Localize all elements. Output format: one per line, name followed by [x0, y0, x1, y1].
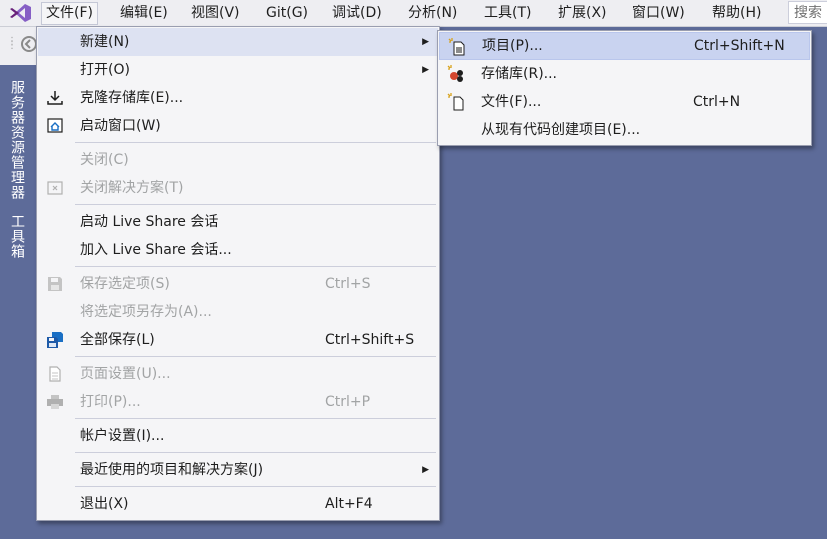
menu-analyze[interactable]: 分析(N)	[404, 3, 461, 23]
menu-item-start-window[interactable]: 启动窗口(W)	[38, 112, 438, 140]
search-box[interactable]: 搜索	[788, 1, 827, 24]
menu-separator	[75, 204, 436, 205]
menu-item-close-solution[interactable]: 关闭解决方案(T)	[38, 174, 438, 202]
menu-item-shortcut: Ctrl+S	[325, 276, 371, 292]
menu-item-label: 关闭解决方案(T)	[80, 180, 184, 196]
menu-item-label: 全部保存(L)	[80, 332, 155, 348]
side-tab-strip: 服务器资源管理器 工具箱	[0, 66, 32, 539]
menu-extensions[interactable]: 扩展(X)	[554, 3, 611, 23]
menu-item-close[interactable]: 关闭(C)	[38, 146, 438, 174]
menu-item-label: 启动 Live Share 会话	[80, 214, 219, 230]
submenu-arrow-icon: ▶	[422, 37, 429, 47]
menu-window[interactable]: 窗口(W)	[628, 3, 689, 23]
menu-item-label: 页面设置(U)...	[80, 366, 171, 382]
menu-item-label: 打开(O)	[80, 62, 130, 78]
submenu-item-repository[interactable]: 存储库(R)...	[439, 60, 810, 88]
submenu-arrow-icon: ▶	[422, 465, 429, 475]
menu-file[interactable]: 文件(F)	[41, 2, 98, 25]
visual-studio-logo-icon[interactable]	[8, 3, 32, 23]
submenu-item-shortcut: Ctrl+Shift+N	[694, 38, 785, 54]
submenu-item-shortcut: Ctrl+N	[693, 94, 741, 110]
menu-item-print[interactable]: 打印(P)... Ctrl+P	[38, 388, 438, 416]
menu-item-label: 保存选定项(S)	[80, 276, 170, 292]
submenu-item-new-project[interactable]: 项目(P)... Ctrl+Shift+N	[439, 32, 810, 60]
menu-item-start-live-share[interactable]: 启动 Live Share 会话	[38, 208, 438, 236]
file-menu-dropdown: 新建(N) ▶ 打开(O) ▶ 克隆存储库(E)... 启动窗口(W) 关闭(C…	[36, 26, 440, 521]
menu-item-clone-repo[interactable]: 克隆存储库(E)...	[38, 84, 438, 112]
menu-item-open[interactable]: 打开(O) ▶	[38, 56, 438, 84]
submenu-item-new-file[interactable]: 文件(F)... Ctrl+N	[439, 88, 810, 116]
menu-item-label: 将选定项另存为(A)...	[80, 304, 212, 320]
menu-item-new[interactable]: 新建(N) ▶	[38, 28, 438, 56]
menu-item-page-setup[interactable]: 页面设置(U)...	[38, 360, 438, 388]
menu-separator	[75, 356, 436, 357]
new-submenu: 项目(P)... Ctrl+Shift+N 存储库(R)... 文件(F)...…	[437, 30, 812, 146]
tab-server-explorer[interactable]: 服务器资源管理器	[7, 80, 27, 200]
menu-item-label: 打印(P)...	[80, 394, 141, 410]
menu-item-shortcut: Ctrl+P	[325, 394, 371, 410]
submenu-item-label: 从现有代码创建项目(E)...	[481, 122, 641, 138]
menu-item-label: 帐户设置(I)...	[80, 428, 165, 444]
menu-item-label: 关闭(C)	[80, 152, 129, 168]
menu-item-recent-projects[interactable]: 最近使用的项目和解决方案(J) ▶	[38, 456, 438, 484]
menu-item-label: 启动窗口(W)	[80, 118, 161, 134]
submenu-item-label: 存储库(R)...	[481, 66, 558, 82]
toolbar: ⋮ ⋮	[0, 27, 40, 65]
print-icon	[47, 395, 63, 409]
repository-icon	[447, 65, 463, 82]
menu-item-label: 退出(X)	[80, 496, 129, 512]
menu-separator	[75, 266, 436, 267]
start-window-icon	[47, 118, 63, 133]
menu-item-label: 新建(N)	[80, 34, 130, 50]
page-setup-icon	[49, 366, 61, 382]
menu-separator	[75, 452, 436, 453]
menu-git[interactable]: Git(G)	[262, 3, 312, 23]
menu-view[interactable]: 视图(V)	[187, 3, 244, 23]
menu-separator	[75, 486, 436, 487]
menu-item-label: 加入 Live Share 会话...	[80, 242, 232, 258]
menu-item-join-live-share[interactable]: 加入 Live Share 会话...	[38, 236, 438, 264]
menu-debug[interactable]: 调试(D)	[328, 3, 386, 23]
menu-item-save-as[interactable]: 将选定项另存为(A)...	[38, 298, 438, 326]
submenu-arrow-icon: ▶	[422, 65, 429, 75]
menu-edit[interactable]: 编辑(E)	[116, 3, 172, 23]
submenu-item-project-from-existing-code[interactable]: 从现有代码创建项目(E)...	[439, 116, 810, 144]
new-project-icon	[448, 38, 465, 56]
menu-separator	[75, 418, 436, 419]
menu-tools[interactable]: 工具(T)	[480, 3, 535, 23]
menu-item-save-selected[interactable]: 保存选定项(S) Ctrl+S	[38, 270, 438, 298]
save-icon	[48, 277, 62, 291]
menu-item-label: 最近使用的项目和解决方案(J)	[80, 462, 264, 478]
menu-separator	[75, 142, 436, 143]
save-all-icon	[47, 332, 63, 348]
submenu-item-label: 文件(F)...	[481, 94, 542, 110]
menu-item-shortcut: Ctrl+Shift+S	[325, 332, 415, 348]
menu-item-save-all[interactable]: 全部保存(L) Ctrl+Shift+S	[38, 326, 438, 354]
toolbar-grip-icon[interactable]: ⋮ ⋮	[7, 37, 17, 51]
submenu-item-label: 项目(P)...	[482, 38, 543, 54]
close-solution-icon	[47, 181, 63, 195]
menu-bar: 文件(F) 编辑(E) 视图(V) Git(G) 调试(D) 分析(N) 工具(…	[0, 0, 827, 27]
menu-item-exit[interactable]: 退出(X) Alt+F4	[38, 490, 438, 518]
new-file-icon	[447, 93, 464, 111]
menu-help[interactable]: 帮助(H)	[708, 3, 765, 23]
menu-item-shortcut: Alt+F4	[325, 496, 373, 512]
menu-item-label: 克隆存储库(E)...	[80, 90, 184, 106]
tab-toolbox[interactable]: 工具箱	[7, 214, 27, 259]
menu-item-account-settings[interactable]: 帐户设置(I)...	[38, 422, 438, 450]
clone-repo-icon	[47, 91, 63, 105]
